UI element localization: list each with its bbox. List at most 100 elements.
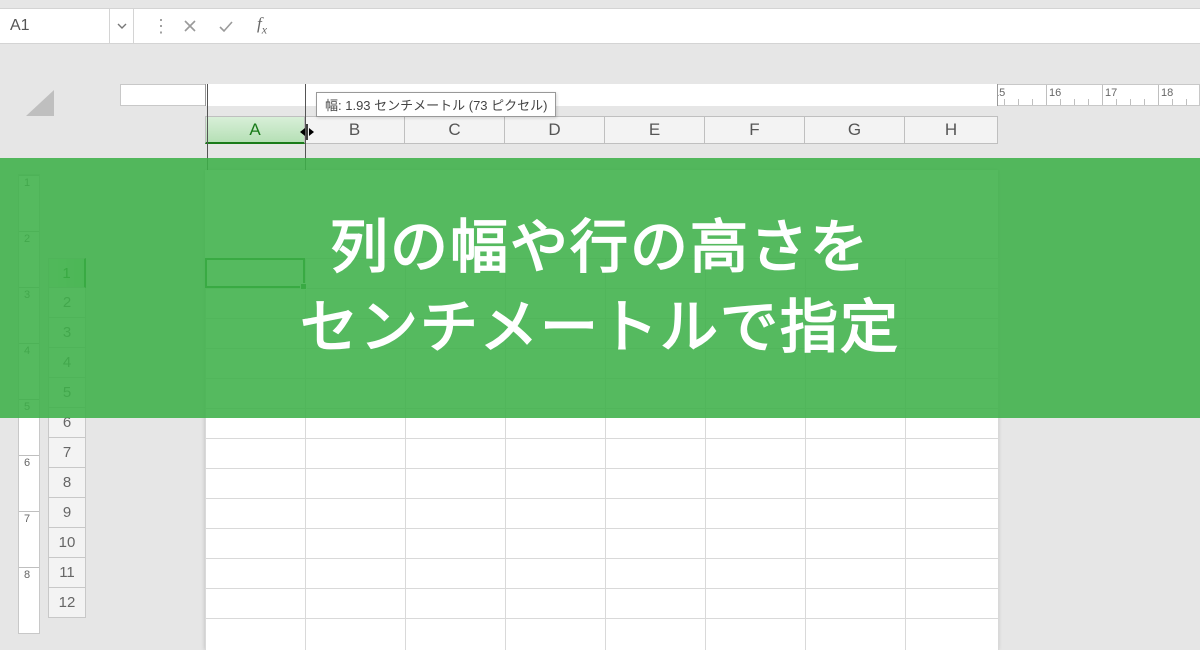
ruler-tick xyxy=(934,85,935,105)
ruler-minor-tick xyxy=(892,99,893,105)
select-all-triangle[interactable] xyxy=(18,90,54,116)
ruler-minor-tick xyxy=(1004,99,1005,105)
ruler-number: 9 xyxy=(657,87,663,99)
column-header-a[interactable]: A xyxy=(205,116,305,144)
ruler-minor-tick xyxy=(1172,99,1173,105)
tooltip-text: 幅: 1.93 センチメートル (73 ピクセル) xyxy=(325,98,547,113)
ruler-tick xyxy=(19,455,39,456)
grid-line xyxy=(205,468,998,469)
ruler-number: 10 xyxy=(713,87,725,99)
column-header-d[interactable]: D xyxy=(505,116,605,144)
ruler-number: 18 xyxy=(1161,87,1173,99)
ruler-number: 16 xyxy=(1049,87,1061,99)
ruler-minor-tick xyxy=(1186,99,1187,105)
fx-icon: fx xyxy=(257,14,267,37)
ruler-minor-tick xyxy=(920,99,921,105)
ruler-tick xyxy=(654,85,655,105)
name-box-dropdown[interactable] xyxy=(110,9,134,43)
banner-line-1: 列の幅や行の高さを xyxy=(330,212,870,285)
insert-function-button[interactable]: fx xyxy=(244,9,280,43)
ruler-minor-tick xyxy=(696,99,697,105)
banner-line-2: センチメートルで指定 xyxy=(300,292,900,365)
ruler-minor-tick xyxy=(1130,99,1131,105)
row-header-11[interactable]: 11 xyxy=(48,558,86,588)
ruler-minor-tick xyxy=(976,99,977,105)
close-icon xyxy=(182,18,198,34)
ruler-minor-tick xyxy=(850,99,851,105)
ruler-minor-tick xyxy=(682,99,683,105)
grid-line xyxy=(205,438,998,439)
ruler-tick xyxy=(262,85,263,105)
ruler-number: 14 xyxy=(937,87,949,99)
row-header-7[interactable]: 7 xyxy=(48,438,86,468)
formula-input[interactable] xyxy=(280,9,1200,43)
ruler-minor-tick xyxy=(1144,99,1145,105)
ruler-minor-tick xyxy=(808,99,809,105)
accept-formula-button[interactable] xyxy=(208,9,244,43)
grid-line xyxy=(205,588,998,589)
ruler-tick xyxy=(766,85,767,105)
ruler-number: 13 xyxy=(881,87,893,99)
ruler-minor-tick xyxy=(1088,99,1089,105)
column-header-c[interactable]: C xyxy=(405,116,505,144)
ruler-minor-tick xyxy=(248,99,249,105)
ruler-minor-tick xyxy=(234,99,235,105)
check-icon xyxy=(218,18,234,34)
column-header-g[interactable]: G xyxy=(805,116,905,144)
ruler-tick xyxy=(19,511,39,512)
name-box[interactable]: A1 xyxy=(0,9,110,43)
row-header-10[interactable]: 10 xyxy=(48,528,86,558)
ruler-minor-tick xyxy=(626,99,627,105)
formula-bar: A1 ⋮ fx xyxy=(0,8,1200,44)
ruler-minor-tick xyxy=(1116,99,1117,105)
grid-line xyxy=(205,528,998,529)
ruler-number: 7 xyxy=(24,513,30,525)
ruler-tick xyxy=(1102,85,1103,105)
ruler-minor-tick xyxy=(584,99,585,105)
row-header-8[interactable]: 8 xyxy=(48,468,86,498)
ruler-tick xyxy=(1046,85,1047,105)
cancel-formula-button[interactable] xyxy=(172,9,208,43)
ruler-minor-tick xyxy=(290,99,291,105)
ruler-number: 15 xyxy=(993,87,1005,99)
ruler-minor-tick xyxy=(612,99,613,105)
ruler-minor-tick xyxy=(906,99,907,105)
formula-bar-more-icon: ⋮ xyxy=(150,9,172,43)
ruler-minor-tick xyxy=(794,99,795,105)
row-header-12[interactable]: 12 xyxy=(48,588,86,618)
grid-line xyxy=(205,498,998,499)
ruler-number: 8 xyxy=(24,569,30,581)
horizontal-ruler[interactable]: 12345678910111213141516171819 xyxy=(120,84,1200,106)
cell-reference: A1 xyxy=(10,17,30,35)
chevron-down-icon xyxy=(117,21,127,31)
grid-line xyxy=(205,618,998,619)
ruler-number: 12 xyxy=(825,87,837,99)
ruler-tick xyxy=(822,85,823,105)
ruler-minor-tick xyxy=(948,99,949,105)
overlay-banner: 列の幅や行の高さを センチメートルで指定 xyxy=(0,158,1200,418)
ruler-tick xyxy=(990,85,991,105)
ruler-minor-tick xyxy=(962,99,963,105)
ruler-minor-tick xyxy=(668,99,669,105)
ruler-tick xyxy=(878,85,879,105)
column-header-e[interactable]: E xyxy=(605,116,705,144)
ruler-minor-tick xyxy=(640,99,641,105)
column-width-tooltip: 幅: 1.93 センチメートル (73 ピクセル) xyxy=(316,92,556,117)
column-headers: ABCDEFGH xyxy=(205,116,998,144)
column-header-h[interactable]: H xyxy=(905,116,998,144)
ruler-tick xyxy=(598,85,599,105)
ruler-minor-tick xyxy=(1074,99,1075,105)
ruler-number: 2 xyxy=(265,87,271,99)
ruler-minor-tick xyxy=(1018,99,1019,105)
row-header-9[interactable]: 9 xyxy=(48,498,86,528)
ruler-minor-tick xyxy=(1032,99,1033,105)
ruler-number: 17 xyxy=(1105,87,1117,99)
ruler-number: 1 xyxy=(209,87,215,99)
ruler-number: 6 xyxy=(24,457,30,469)
ruler-minor-tick xyxy=(864,99,865,105)
ruler-minor-tick xyxy=(1060,99,1061,105)
ruler-minor-tick xyxy=(752,99,753,105)
column-header-b[interactable]: B xyxy=(305,116,405,144)
ruler-minor-tick xyxy=(738,99,739,105)
column-header-f[interactable]: F xyxy=(705,116,805,144)
